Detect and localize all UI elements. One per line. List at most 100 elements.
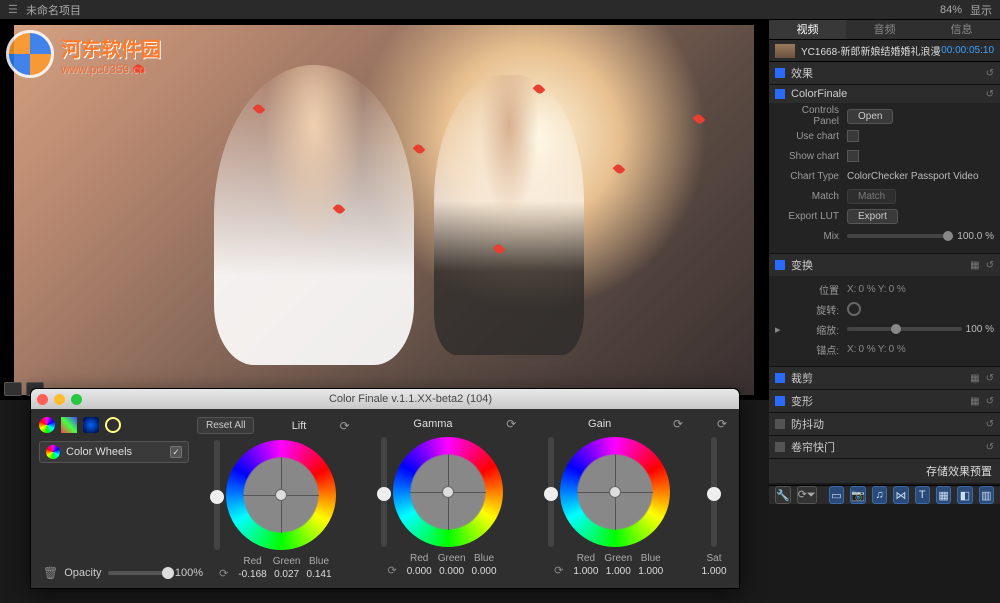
gain-rgb-reset-icon[interactable]: ⟳ bbox=[554, 564, 563, 577]
lift-reset-icon[interactable]: ⟳ bbox=[336, 419, 354, 433]
reset-icon[interactable]: ↺ bbox=[986, 442, 994, 453]
opacity-slider[interactable] bbox=[108, 571, 169, 575]
gamma-blue-value[interactable]: 0.000 bbox=[472, 566, 497, 577]
watermark: 河东软件园 www.pc0359.cn bbox=[6, 30, 161, 78]
checkbox-icon[interactable] bbox=[775, 68, 785, 78]
lift-red-value[interactable]: -0.168 bbox=[238, 569, 266, 580]
tool-camera-icon[interactable]: 📷 bbox=[850, 486, 866, 504]
gamma-green-value[interactable]: 0.000 bbox=[439, 566, 464, 577]
display-menu[interactable]: 显示 bbox=[970, 2, 992, 18]
sat-reset-icon[interactable]: ⟳ bbox=[713, 417, 731, 431]
tool-retime-icon[interactable]: ⟳⏷ bbox=[797, 486, 817, 504]
tool-theme-icon[interactable]: ◧ bbox=[957, 486, 972, 504]
tool-transition-icon[interactable]: ⋈ bbox=[893, 486, 908, 504]
inspector-toolbar: 🔧 ⟳⏷ ▭ 📷 ♫ ⋈ T ▦ ◧ ▥ bbox=[769, 485, 1000, 504]
scale-slider[interactable] bbox=[847, 327, 962, 331]
section-transform[interactable]: 变换 ▦ ↺ bbox=[769, 254, 1000, 276]
checkbox-icon[interactable] bbox=[775, 373, 785, 383]
section-stabilize[interactable]: 防抖动↺ bbox=[769, 413, 1000, 435]
layer-color-wheels[interactable]: Color Wheels ✓ bbox=[39, 441, 189, 463]
checkbox-icon[interactable] bbox=[775, 260, 785, 270]
section-effects[interactable]: 效果 ↺ bbox=[769, 62, 1000, 84]
gain-color-wheel[interactable] bbox=[560, 437, 670, 547]
layer-enabled-checkbox[interactable]: ✓ bbox=[170, 446, 182, 458]
section-crop[interactable]: 裁剪▦↺ bbox=[769, 367, 1000, 389]
reset-icon[interactable]: ↺ bbox=[986, 396, 994, 407]
disclosure-icon[interactable]: ▸ bbox=[775, 323, 785, 336]
tool-generator-icon[interactable]: ▦ bbox=[936, 486, 951, 504]
reset-icon[interactable]: ↺ bbox=[986, 68, 994, 79]
show-in-viewer-icon[interactable]: ▦ bbox=[970, 373, 979, 384]
section-colorfinale[interactable]: ColorFinale ↺ bbox=[769, 85, 1000, 103]
checkbox-icon[interactable] bbox=[775, 396, 785, 406]
tool-wrench-icon[interactable]: 🔧 bbox=[775, 486, 791, 504]
gamma-reset-icon[interactable]: ⟳ bbox=[502, 417, 520, 431]
gain-blue-value[interactable]: 1.000 bbox=[638, 566, 663, 577]
use-chart-checkbox[interactable] bbox=[847, 130, 859, 142]
maximize-icon[interactable] bbox=[71, 394, 82, 405]
gain-reset-icon[interactable]: ⟳ bbox=[669, 417, 687, 431]
pos-x-value[interactable]: 0 % bbox=[858, 284, 875, 295]
zoom-level[interactable]: 84% bbox=[940, 4, 962, 16]
show-in-viewer-icon[interactable]: ▦ bbox=[970, 396, 979, 407]
watermark-text-1: 河东软件园 bbox=[61, 33, 161, 62]
chart-type-select[interactable]: ColorChecker Passport Video bbox=[847, 171, 994, 182]
anchor-y-value[interactable]: 0 % bbox=[889, 344, 906, 355]
reset-icon[interactable]: ↺ bbox=[986, 260, 994, 271]
show-chart-checkbox[interactable] bbox=[847, 150, 859, 162]
section-rolling-shutter[interactable]: 卷帘快门↺ bbox=[769, 436, 1000, 458]
gamma-luma-slider[interactable] bbox=[381, 437, 387, 547]
lift-rgb-reset-icon[interactable]: ⟳ bbox=[219, 567, 228, 580]
gain-luma-slider[interactable] bbox=[548, 437, 554, 547]
minimize-icon[interactable] bbox=[54, 394, 65, 405]
lift-luma-slider[interactable] bbox=[214, 440, 220, 550]
sat-value[interactable]: 1.000 bbox=[702, 566, 727, 577]
tool-effects-icon[interactable]: ▥ bbox=[979, 486, 994, 504]
tool-music-icon[interactable]: ♫ bbox=[872, 486, 887, 504]
gamma-rgb-reset-icon[interactable]: ⟳ bbox=[387, 564, 396, 577]
reset-icon[interactable]: ↺ bbox=[986, 373, 994, 384]
opacity-value: 100% bbox=[175, 567, 203, 579]
cf-titlebar[interactable]: Color Finale v.1.1.XX-beta2 (104) bbox=[31, 389, 739, 409]
clip-thumbnail bbox=[775, 44, 795, 58]
pos-y-value[interactable]: 0 % bbox=[889, 284, 906, 295]
project-menu-icon[interactable]: ☰ bbox=[8, 3, 22, 16]
gamma-color-wheel[interactable] bbox=[393, 437, 503, 547]
checkbox-icon[interactable] bbox=[775, 419, 785, 429]
gain-red-value[interactable]: 1.000 bbox=[573, 566, 598, 577]
checkbox-icon[interactable] bbox=[775, 89, 785, 99]
sat-slider[interactable] bbox=[711, 437, 717, 547]
video-viewer[interactable]: 河东软件园 www.pc0359.cn bbox=[0, 20, 768, 400]
tab-video[interactable]: 视频 bbox=[769, 20, 846, 39]
reset-all-button[interactable]: Reset All bbox=[197, 417, 254, 434]
reset-icon[interactable]: ↺ bbox=[986, 419, 994, 430]
tab-audio[interactable]: 音频 bbox=[846, 20, 923, 39]
mode-vector-icon[interactable] bbox=[105, 417, 121, 433]
export-button[interactable]: Export bbox=[847, 209, 898, 224]
close-icon[interactable] bbox=[37, 394, 48, 405]
save-preset-button[interactable]: 存储效果预置 bbox=[769, 459, 1000, 483]
mix-slider[interactable] bbox=[847, 234, 953, 238]
gain-green-value[interactable]: 1.000 bbox=[606, 566, 631, 577]
mode-wheels-icon[interactable] bbox=[39, 417, 55, 433]
reset-icon[interactable]: ↺ bbox=[986, 89, 994, 100]
section-distort[interactable]: 变形▦↺ bbox=[769, 390, 1000, 412]
lift-blue-value[interactable]: 0.141 bbox=[307, 569, 332, 580]
open-button[interactable]: Open bbox=[847, 109, 893, 124]
lift-green-value[interactable]: 0.027 bbox=[274, 569, 299, 580]
rotation-dial[interactable] bbox=[847, 302, 861, 316]
delete-layer-icon[interactable]: 🗑 bbox=[43, 566, 58, 580]
viewer-top-bar: ☰ 未命名项目 84% 显示 bbox=[0, 0, 1000, 20]
match-button[interactable]: Match bbox=[847, 189, 896, 204]
show-in-viewer-icon[interactable]: ▦ bbox=[970, 260, 979, 271]
mode-lut-icon[interactable] bbox=[83, 417, 99, 433]
anchor-x-value[interactable]: 0 % bbox=[858, 344, 875, 355]
mode-curves-icon[interactable] bbox=[61, 417, 77, 433]
checkbox-icon[interactable] bbox=[775, 442, 785, 452]
viewer-tool-1[interactable] bbox=[4, 382, 22, 396]
tool-title-icon[interactable]: T bbox=[915, 486, 930, 504]
gamma-red-value[interactable]: 0.000 bbox=[407, 566, 432, 577]
lift-color-wheel[interactable] bbox=[226, 440, 336, 550]
tool-clip-icon[interactable]: ▭ bbox=[829, 486, 844, 504]
tab-info[interactable]: 信息 bbox=[923, 20, 1000, 39]
